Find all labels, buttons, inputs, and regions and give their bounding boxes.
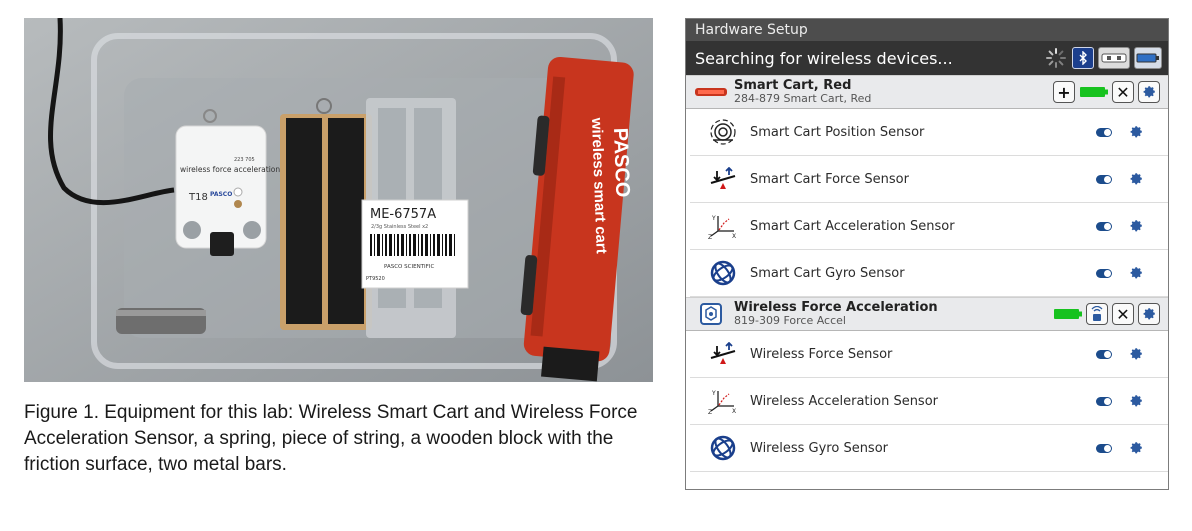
svg-text:Y: Y [711,215,716,222]
signal-device-button[interactable] [1086,303,1108,325]
sensor-row-position[interactable]: Smart Cart Position Sensor [690,109,1168,156]
acceleration-sensor-icon: Y X Z [708,386,738,416]
add-device-button[interactable]: + [1053,81,1075,103]
sensor-toggle[interactable] [1096,396,1112,406]
svg-text:Z: Z [708,409,712,414]
sensor-serial-text: 223 705 [234,157,255,163]
sensor-label: Smart Cart Acceleration Sensor [750,218,955,234]
sensor-settings-gear-icon[interactable] [1128,393,1144,409]
sensor-settings-gear-icon[interactable] [1128,218,1144,234]
equipment-photo: PASCO wireless smart cart wireless force… [24,18,653,382]
metal-bars-bag: ME-6757A 2/3g Stainless Steel x2 PASCO S… [361,98,469,338]
sensor-settings-gear-icon[interactable] [1128,265,1144,281]
battery-level-icon [1080,86,1108,99]
battery-level-icon [1054,308,1082,321]
device-row-force-accel[interactable]: Wireless Force Acceleration 819-309 Forc… [686,297,1168,331]
usb-icon[interactable] [1098,47,1130,69]
sensor-toggle[interactable] [1096,349,1112,359]
sensor-row-gyro[interactable]: Smart Cart Gyro Sensor [690,250,1168,297]
device-id: 819-309 Force Accel [734,314,846,327]
svg-text:Y: Y [711,390,716,397]
acceleration-sensor-icon: Y X Z [708,211,738,241]
force-sensor-icon [708,164,738,194]
svg-text:X: X [732,233,736,239]
bag-model-text: ME-6757A [370,207,436,222]
sensor-settings-gear-icon[interactable] [1128,171,1144,187]
spinner-icon [1044,46,1068,70]
device-name: Wireless Force Acceleration [734,300,938,315]
device-settings-button[interactable] [1138,81,1160,103]
sensor-row-force[interactable]: Smart Cart Force Sensor [690,156,1168,203]
device-row-smart-cart[interactable]: Smart Cart, Red 284-879 Smart Cart, Red … [686,75,1168,109]
sensor-label: Wireless Acceleration Sensor [750,393,938,409]
svg-text:Z: Z [708,234,712,239]
sensor-toggle[interactable] [1096,174,1112,184]
smart-cart-icon [694,81,728,103]
sensor-settings-gear-icon[interactable] [1128,346,1144,362]
sensor-toggle[interactable] [1096,268,1112,278]
hardware-setup-panel: Hardware Setup Searching for wireless de… [685,18,1169,490]
sensor-id-text: T18 [188,192,208,203]
sensor-toggle[interactable] [1096,221,1112,231]
gyro-sensor-icon [708,433,738,463]
battery-icon[interactable] [1134,47,1162,69]
sensor-label: Smart Cart Position Sensor [750,124,925,140]
bag-brand-text: PASCO SCIENTIFIC [384,264,434,270]
force-sensor-device: wireless force acceleration T18 PASCO 22… [175,109,280,256]
force-sensor-icon [708,339,738,369]
cart-brand-text: PASCO [609,127,633,197]
sensor-row-wireless-force[interactable]: Wireless Force Sensor [690,331,1168,378]
sensor-settings-gear-icon[interactable] [1128,440,1144,456]
sensor-toggle[interactable] [1096,443,1112,453]
panel-title: Hardware Setup [686,19,1168,41]
bag-code-text: PT9520 [366,276,385,282]
figure-caption: Figure 1. Equipment for this lab: Wirele… [24,402,638,475]
device-name: Smart Cart, Red [734,78,852,93]
sensor-label: Wireless Force Sensor [750,346,893,362]
position-sensor-icon [708,117,738,147]
disconnect-button[interactable]: ✕ [1112,81,1134,103]
svg-text:X: X [732,408,736,414]
wooden-block [280,98,372,330]
sensor-title-text: wireless force acceleration [180,165,280,174]
sensor-label: Smart Cart Force Sensor [750,171,909,187]
bluetooth-icon[interactable] [1072,47,1094,69]
sensor-settings-gear-icon[interactable] [1128,124,1144,140]
search-status-bar: Searching for wireless devices... [686,41,1168,75]
device-settings-button[interactable] [1138,303,1160,325]
force-accel-device-icon [694,303,728,325]
disconnect-button[interactable]: ✕ [1112,303,1134,325]
sensor-toggle[interactable] [1096,127,1112,137]
gyro-sensor-icon [708,258,738,288]
sensor-row-acceleration[interactable]: Y X Z Smart Cart Acceleration Sensor [690,203,1168,250]
search-status-text: Searching for wireless devices... [695,48,953,68]
spring [116,308,206,334]
sensor-row-wireless-acceleration[interactable]: Y X Z Wireless Acceleration Sensor [690,378,1168,425]
bag-sub-text: 2/3g Stainless Steel x2 [371,224,428,230]
device-id: 284-879 Smart Cart, Red [734,92,872,105]
sensor-label: Wireless Gyro Sensor [750,440,888,456]
sensor-row-wireless-gyro[interactable]: Wireless Gyro Sensor [690,425,1168,472]
sensor-brand-text: PASCO [210,191,232,198]
sensor-label: Smart Cart Gyro Sensor [750,265,905,281]
